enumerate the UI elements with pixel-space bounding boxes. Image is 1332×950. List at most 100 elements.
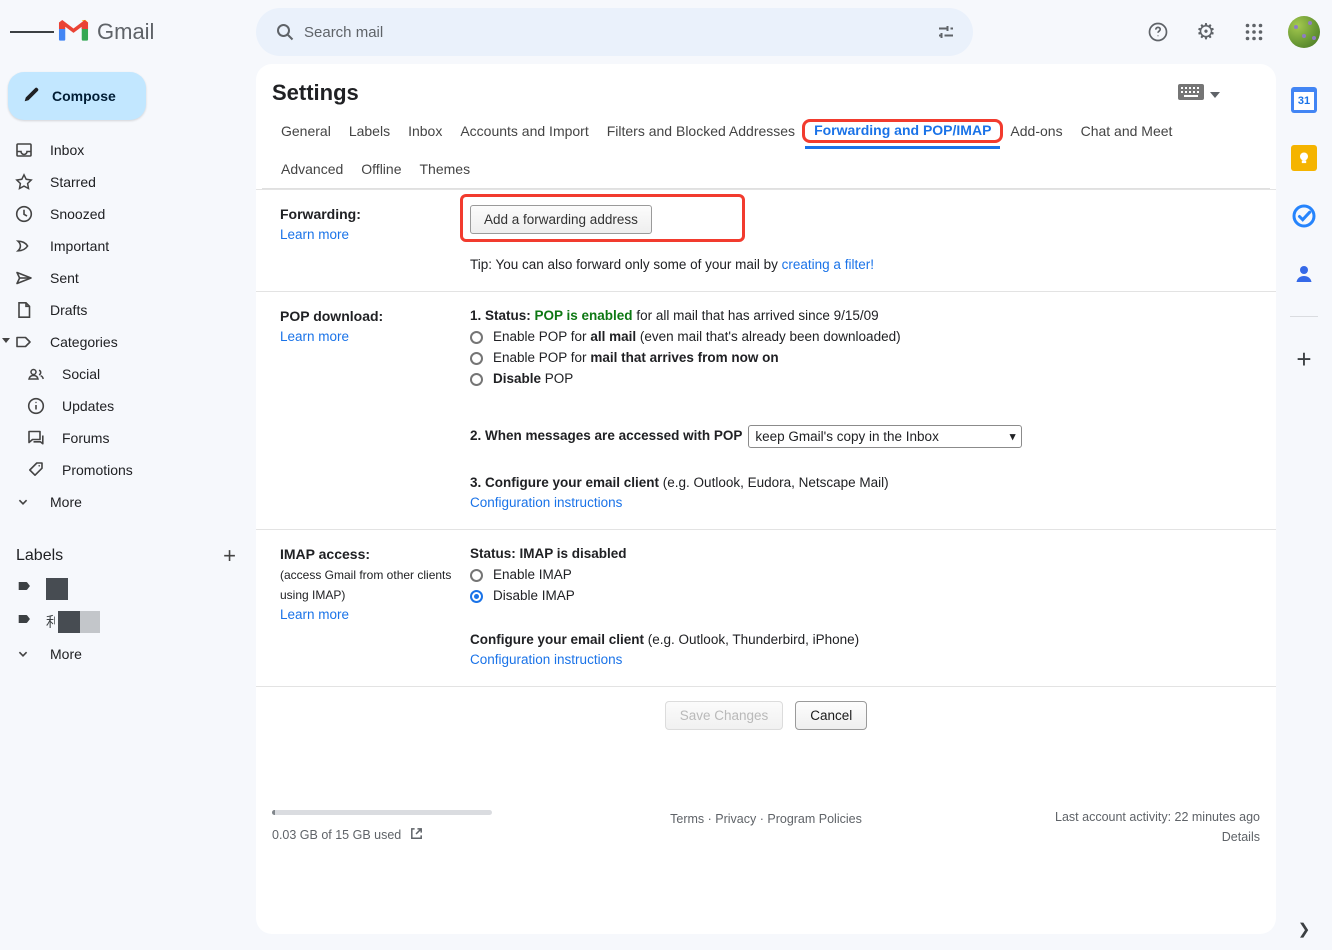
pop-configure-line: 3. Configure your email client (e.g. Out… bbox=[470, 473, 1260, 493]
sidebar-item-label: Important bbox=[50, 238, 109, 254]
imap-configuration-instructions-link[interactable]: Configuration instructions bbox=[470, 652, 622, 667]
expander-icon[interactable] bbox=[2, 338, 10, 343]
pop-configuration-instructions-link[interactable]: Configuration instructions bbox=[470, 495, 622, 510]
tab-themes[interactable]: Themes bbox=[411, 150, 480, 188]
compose-label: Compose bbox=[52, 88, 116, 104]
sidebar: Compose Inbox Starred Snoozed Important … bbox=[0, 64, 256, 950]
gmail-logo-icon bbox=[58, 18, 89, 47]
external-link-icon[interactable] bbox=[409, 826, 424, 844]
sidebar-item-promotions[interactable]: Promotions bbox=[0, 454, 232, 486]
save-changes-button[interactable]: Save Changes bbox=[665, 701, 784, 730]
tab-accounts-and-import[interactable]: Accounts and Import bbox=[451, 112, 597, 150]
tab-filters[interactable]: Filters and Blocked Addresses bbox=[598, 112, 804, 150]
people-icon bbox=[26, 364, 46, 384]
pop-behavior-line: 2. When messages are accessed with POPke… bbox=[470, 425, 1260, 448]
sidebar-item-drafts[interactable]: Drafts bbox=[0, 294, 232, 326]
sidebar-item-sent[interactable]: Sent bbox=[0, 262, 232, 294]
cancel-button[interactable]: Cancel bbox=[795, 701, 867, 730]
radio-disable-imap[interactable]: Disable IMAP bbox=[470, 586, 1260, 606]
sidebar-item-more[interactable]: More bbox=[0, 486, 232, 518]
star-icon bbox=[14, 172, 34, 192]
radio-enable-pop-all-mail[interactable]: Enable POP for all mail (even mail that'… bbox=[470, 327, 1260, 347]
plus-icon[interactable]: + bbox=[1288, 343, 1320, 375]
tab-chat-and-meet[interactable]: Chat and Meet bbox=[1072, 112, 1182, 150]
hamburger-menu-icon[interactable] bbox=[10, 10, 54, 54]
sidebar-item-important[interactable]: Important bbox=[0, 230, 232, 262]
labels-more[interactable]: More bbox=[0, 638, 232, 670]
label-row[interactable]: 利 bbox=[0, 605, 256, 638]
sidebar-item-categories[interactable]: Categories bbox=[0, 326, 232, 358]
imap-learn-more-link[interactable]: Learn more bbox=[280, 607, 349, 622]
radio-icon[interactable] bbox=[470, 373, 483, 386]
radio-disable-pop[interactable]: Disable POP bbox=[470, 369, 1260, 389]
footer-links[interactable]: Terms · Privacy · Program Policies bbox=[572, 810, 960, 844]
keep-icon[interactable] bbox=[1288, 142, 1320, 174]
label-tag-icon bbox=[16, 610, 34, 633]
sidebar-item-inbox[interactable]: Inbox bbox=[0, 134, 232, 166]
labels-more-label: More bbox=[50, 646, 82, 662]
apps-grid-icon[interactable] bbox=[1232, 10, 1276, 54]
settings-tabs: General Labels Inbox Accounts and Import… bbox=[262, 110, 1270, 189]
tune-icon[interactable] bbox=[927, 13, 965, 51]
input-tools-toggle[interactable] bbox=[1178, 84, 1220, 105]
avatar[interactable] bbox=[1288, 16, 1320, 48]
sidebar-item-label: Snoozed bbox=[50, 206, 105, 222]
pop-status-value: POP is enabled bbox=[535, 308, 633, 323]
sidebar-item-social[interactable]: Social bbox=[0, 358, 232, 390]
imap-status: Status: IMAP is disabled bbox=[470, 546, 627, 561]
pop-learn-more-link[interactable]: Learn more bbox=[280, 329, 349, 344]
draft-icon bbox=[14, 300, 34, 320]
gmail-logo[interactable]: Gmail bbox=[58, 18, 154, 47]
keyboard-icon bbox=[1178, 84, 1204, 105]
pop-behavior-select[interactable]: keep Gmail's copy in the Inbox▾ bbox=[748, 425, 1022, 448]
radio-icon[interactable] bbox=[470, 352, 483, 365]
radio-icon-selected[interactable] bbox=[470, 590, 483, 603]
tab-advanced[interactable]: Advanced bbox=[272, 150, 352, 188]
plus-icon[interactable]: + bbox=[223, 545, 236, 567]
label-text-fragment: 利 bbox=[46, 612, 55, 632]
imap-configure-line: Configure your email client (e.g. Outloo… bbox=[470, 630, 1260, 650]
radio-icon[interactable] bbox=[470, 569, 483, 582]
tab-inbox[interactable]: Inbox bbox=[399, 112, 451, 150]
imap-access-section: IMAP access: (access Gmail from other cl… bbox=[256, 529, 1276, 686]
sidebar-item-snoozed[interactable]: Snoozed bbox=[0, 198, 232, 230]
storage-used-text: 0.03 GB of 15 GB used bbox=[272, 828, 401, 842]
gmail-logo-text: Gmail bbox=[97, 19, 154, 45]
radio-icon[interactable] bbox=[470, 331, 483, 344]
labels-header: Labels + bbox=[0, 540, 256, 572]
sidebar-item-label: Categories bbox=[50, 334, 118, 350]
tab-labels[interactable]: Labels bbox=[340, 112, 399, 150]
side-panel-rail: 31 + ❯ bbox=[1276, 64, 1332, 950]
label-row[interactable] bbox=[0, 572, 256, 605]
compose-button[interactable]: Compose bbox=[8, 72, 146, 120]
radio-enable-pop-from-now-on[interactable]: Enable POP for mail that arrives from no… bbox=[470, 348, 1260, 368]
tab-offline[interactable]: Offline bbox=[352, 150, 410, 188]
calendar-icon[interactable]: 31 bbox=[1288, 84, 1320, 116]
search-icon[interactable] bbox=[266, 13, 304, 51]
search-input[interactable] bbox=[304, 24, 927, 41]
search-bar[interactable] bbox=[256, 8, 973, 56]
details-link[interactable]: Details bbox=[960, 830, 1260, 844]
pop-download-section: POP download: Learn more 1. Status: POP … bbox=[256, 291, 1276, 529]
annotation-box-active-tab: Forwarding and POP/IMAP bbox=[802, 119, 1003, 143]
last-account-activity: Last account activity: 22 minutes ago bbox=[960, 810, 1260, 824]
forwarding-learn-more-link[interactable]: Learn more bbox=[280, 227, 349, 242]
settings-gear-icon[interactable]: ⚙ bbox=[1184, 10, 1228, 54]
help-icon[interactable] bbox=[1136, 10, 1180, 54]
redacted-label-text bbox=[46, 578, 68, 600]
search-area bbox=[256, 8, 973, 56]
tab-add-ons[interactable]: Add-ons bbox=[1001, 112, 1071, 150]
important-icon bbox=[14, 236, 34, 256]
sidebar-item-label: Inbox bbox=[50, 142, 84, 158]
radio-enable-imap[interactable]: Enable IMAP bbox=[470, 565, 1260, 585]
sidebar-item-updates[interactable]: Updates bbox=[0, 390, 232, 422]
chevron-right-icon[interactable]: ❯ bbox=[1276, 920, 1332, 938]
contacts-icon[interactable] bbox=[1288, 258, 1320, 290]
creating-a-filter-link[interactable]: creating a filter! bbox=[782, 257, 874, 272]
sidebar-item-forums[interactable]: Forums bbox=[0, 422, 232, 454]
sidebar-item-starred[interactable]: Starred bbox=[0, 166, 232, 198]
tasks-icon[interactable] bbox=[1288, 200, 1320, 232]
add-forwarding-address-button[interactable]: Add a forwarding address bbox=[470, 205, 652, 234]
tab-general[interactable]: General bbox=[272, 112, 340, 150]
tab-forwarding-pop-imap[interactable]: Forwarding and POP/IMAP bbox=[805, 111, 1000, 149]
